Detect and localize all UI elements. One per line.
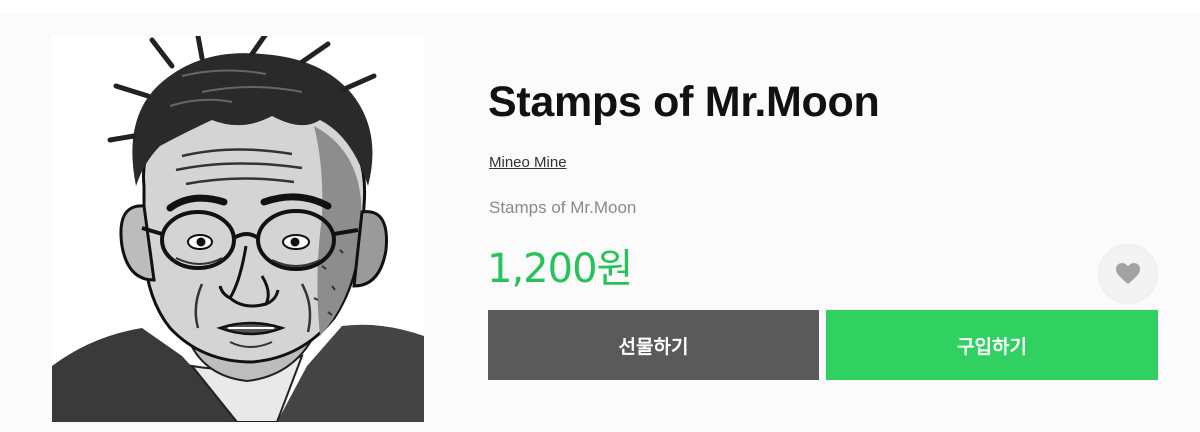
- buy-button[interactable]: 구입하기: [826, 310, 1158, 380]
- sticker-description: Stamps of Mr.Moon: [489, 198, 637, 217]
- author-link[interactable]: Mineo Mine: [489, 154, 567, 171]
- favorite-button[interactable]: [1098, 244, 1158, 304]
- heart-icon: [1116, 263, 1140, 284]
- sticker-title: Stamps of Mr.Moon: [488, 78, 880, 126]
- gift-button[interactable]: 선물하기: [488, 310, 819, 380]
- sticker-thumbnail-image: [52, 36, 424, 422]
- sticker-price: 1,200원: [487, 246, 633, 292]
- sticker-detail-page: Stamps of Mr.Moon Mineo Mine Stamps of M…: [0, 14, 1200, 432]
